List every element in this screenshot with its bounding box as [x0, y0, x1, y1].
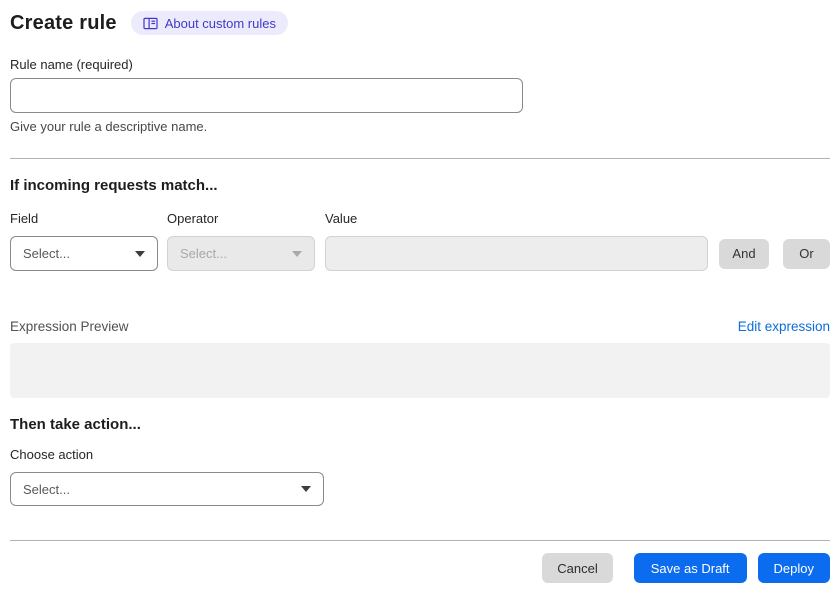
- operator-select: Select...: [167, 236, 315, 271]
- choose-action-select[interactable]: Select...: [10, 472, 324, 506]
- about-badge-label: About custom rules: [164, 15, 276, 31]
- chevron-down-icon: [292, 250, 302, 257]
- choose-action-label: Choose action: [10, 447, 94, 462]
- chevron-down-icon: [135, 250, 145, 257]
- save-as-draft-button[interactable]: Save as Draft: [633, 553, 747, 583]
- book-icon: [143, 17, 158, 30]
- footer-divider: [10, 540, 830, 541]
- page-header: Create rule About custom rules: [10, 10, 830, 36]
- create-rule-page: Create rule About custom rules Rule name…: [0, 0, 839, 597]
- and-button[interactable]: And: [719, 238, 769, 269]
- value-label: Value: [325, 211, 358, 226]
- field-select[interactable]: Select...: [10, 236, 158, 271]
- or-button[interactable]: Or: [783, 238, 830, 269]
- rule-name-label: Rule name (required): [10, 57, 133, 72]
- cancel-button[interactable]: Cancel: [542, 553, 613, 583]
- match-section-heading: If incoming requests match...: [10, 177, 218, 194]
- field-label: Field: [10, 211, 39, 226]
- deploy-button[interactable]: Deploy: [757, 553, 830, 583]
- section-divider: [10, 158, 830, 159]
- expression-preview-box: [10, 343, 830, 398]
- edit-expression-link[interactable]: Edit expression: [738, 319, 830, 334]
- rule-name-helper: Give your rule a descriptive name.: [10, 119, 208, 134]
- rule-name-input[interactable]: [10, 78, 523, 113]
- value-input: [325, 236, 708, 271]
- operator-label: Operator: [167, 211, 219, 226]
- about-custom-rules-badge[interactable]: About custom rules: [130, 11, 288, 35]
- footer-actions: Cancel Save as Draft Deploy: [10, 553, 830, 583]
- page-title: Create rule: [10, 11, 117, 34]
- expression-header: Expression Preview Edit expression: [10, 318, 830, 335]
- match-labels-row: Field Operator Value: [10, 211, 830, 227]
- expression-preview-label: Expression Preview: [10, 319, 129, 334]
- choose-action-select-value: Select...: [23, 481, 70, 497]
- field-select-value: Select...: [23, 246, 70, 261]
- operator-select-value: Select...: [180, 246, 227, 261]
- chevron-down-icon: [301, 486, 311, 492]
- match-controls-row: Select... Select... And Or: [10, 236, 830, 271]
- action-section-heading: Then take action...: [10, 416, 141, 433]
